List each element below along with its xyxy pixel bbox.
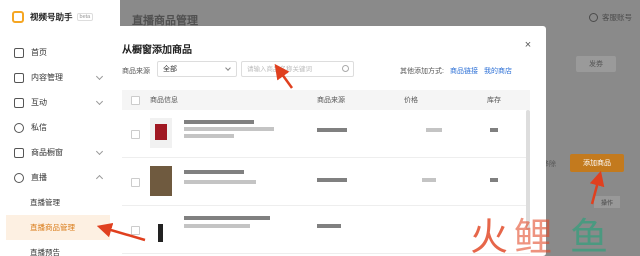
arrow-to-add-button — [589, 170, 605, 205]
arrow-to-sidebar — [96, 222, 146, 242]
annotation-arrows — [96, 63, 605, 242]
arrow-to-search — [274, 63, 294, 89]
